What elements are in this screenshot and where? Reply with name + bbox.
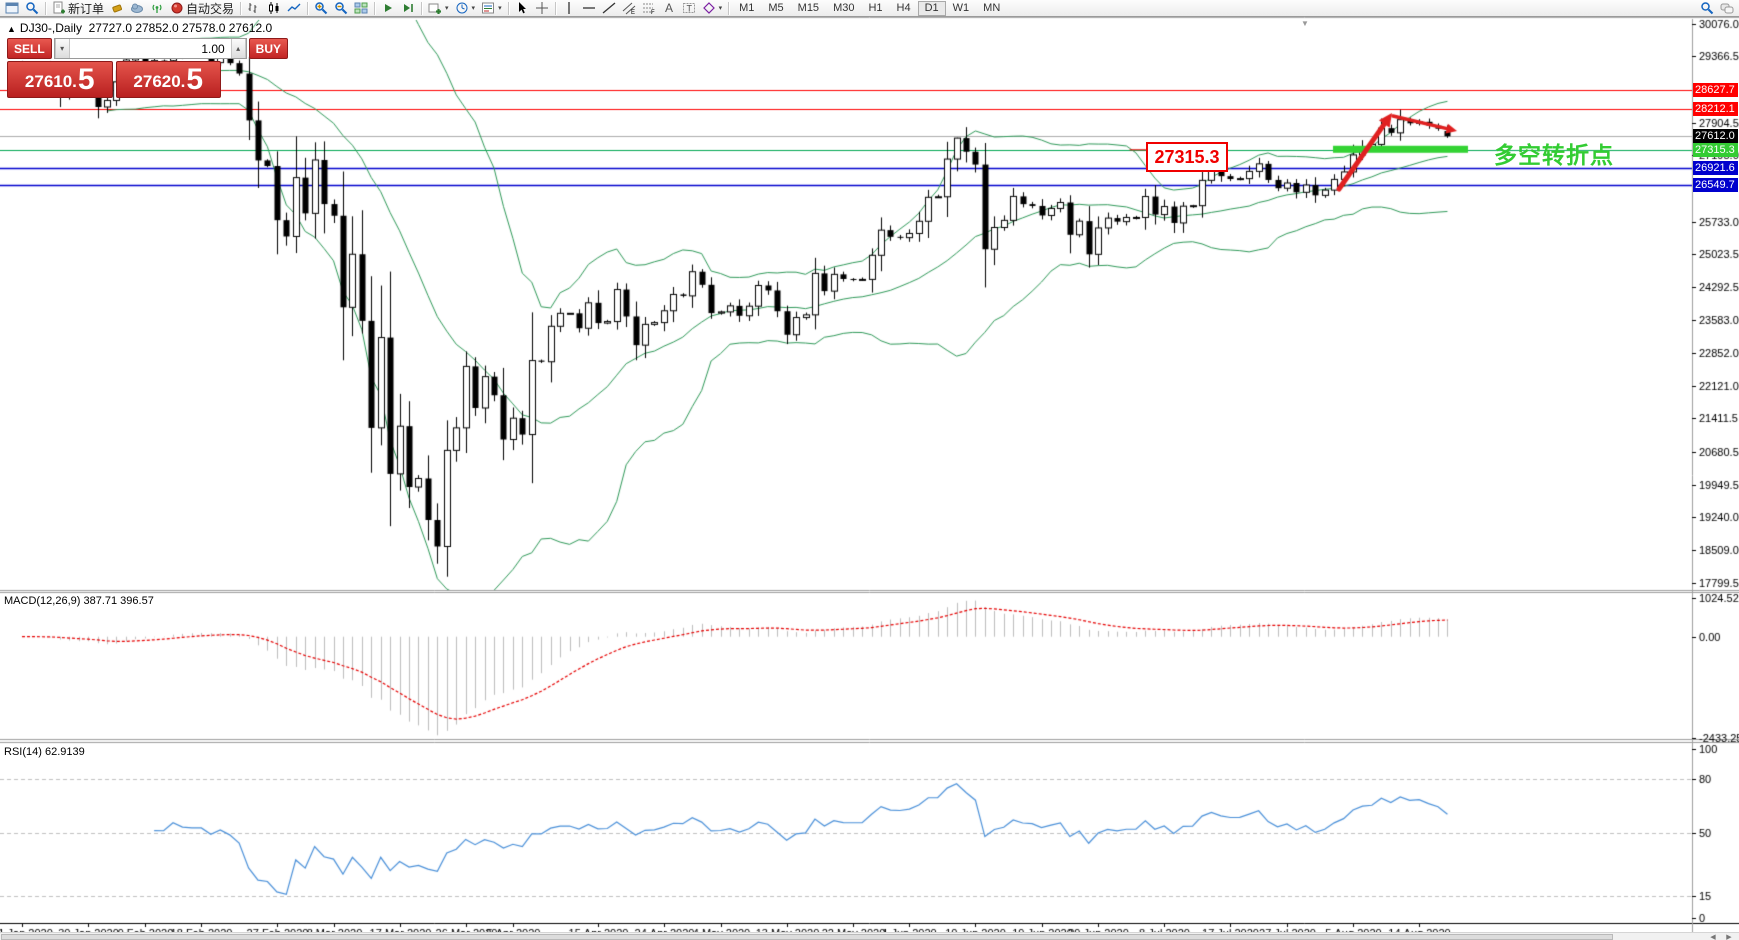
- chart-symbol-period: DJ30-,Daily: [20, 21, 82, 35]
- one-click-trading-panel: SELL ▾ ▴ BUY 27610.5 27620.5: [7, 38, 221, 98]
- turning-point-annotation: 多空转折点: [1494, 136, 1614, 170]
- horizontal-scrollbar[interactable]: ◀ ▶: [0, 932, 1739, 940]
- volume-input[interactable]: [70, 39, 231, 58]
- chart-title: ▲ DJ30-,Daily 27727.0 27852.0 27578.0 276…: [7, 21, 272, 35]
- price-badge-28212.1: 28212.1: [1693, 102, 1738, 116]
- scroll-left-arrow[interactable]: ◀: [1706, 933, 1720, 940]
- rsi-value: 62.9139: [45, 746, 85, 758]
- volume-decrease-button[interactable]: ▾: [55, 39, 70, 58]
- scroll-right-arrow[interactable]: ▶: [1722, 933, 1736, 940]
- price-badge-26921.6: 26921.6: [1693, 161, 1738, 175]
- rsi-pane-label: RSI(14) 62.9139: [4, 746, 85, 758]
- chart-shift-marker: ▼: [1301, 19, 1309, 28]
- price-badge-27315.3: 27315.3: [1693, 143, 1738, 157]
- chart-ohlc-values: 27727.0 27852.0 27578.0 27612.0: [89, 21, 273, 35]
- collapse-panel-icon[interactable]: ▲: [7, 24, 16, 34]
- mt4-window: 新订单自动交易▾▾▾EFAT▾M1M5M15M30H1H4D1W1MN ▲DJ3…: [0, 0, 1739, 940]
- buy-button[interactable]: BUY: [249, 38, 288, 59]
- volume-increase-button[interactable]: ▴: [231, 39, 246, 58]
- price-badge-28627.7: 28627.7: [1693, 83, 1738, 97]
- sell-button[interactable]: SELL: [7, 38, 52, 59]
- macd-values: 387.71 396.57: [83, 595, 153, 607]
- macd-pane-label: MACD(12,26,9) 387.71 396.57: [4, 595, 154, 607]
- price-badge-27612.0: 27612.0: [1693, 129, 1738, 143]
- chart-canvas[interactable]: [0, 0, 1739, 940]
- sell-price-button[interactable]: 27610.5: [7, 61, 113, 98]
- price-badge-26549.7: 26549.7: [1693, 178, 1738, 192]
- support-price-label: 27315.3: [1146, 142, 1228, 172]
- buy-price: 27620.: [133, 69, 185, 95]
- volume-control: ▾ ▴: [54, 38, 247, 59]
- sell-price: 27610.: [25, 69, 77, 95]
- buy-price-button[interactable]: 27620.5: [116, 61, 222, 98]
- scrollbar-thumb[interactable]: [1, 934, 1613, 940]
